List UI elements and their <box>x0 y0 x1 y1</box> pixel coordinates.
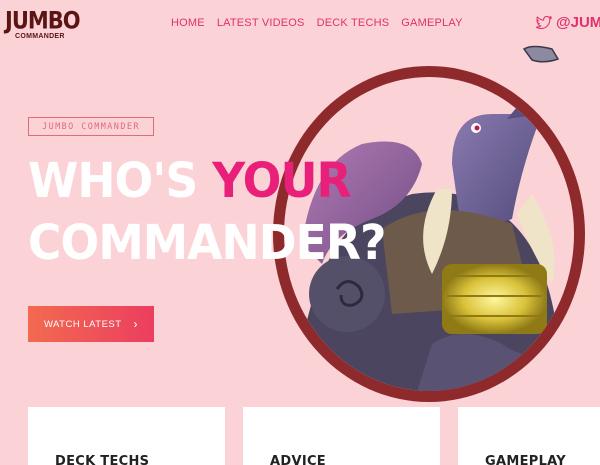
card-title: DECK TECHS <box>55 454 150 465</box>
twitter-handle: @JUMB <box>556 14 600 31</box>
chevron-right-icon: › <box>133 317 139 331</box>
card-advice[interactable]: ADVICE <box>243 407 440 465</box>
logo-wordmark: JUMBO <box>5 6 81 35</box>
headline-line1: WHO'S YOUR <box>28 153 352 209</box>
logo[interactable]: JUMBO COMMANDER <box>5 8 81 42</box>
card-gameplay[interactable]: GAMEPLAY <box>458 407 600 465</box>
card-deck-techs[interactable]: DECK TECHS <box>28 407 225 465</box>
headline-line2: COMMANDER? <box>28 215 386 271</box>
twitter-icon <box>536 15 552 29</box>
hero-eyebrow: JUMBO COMMANDER <box>28 117 154 136</box>
watch-latest-button[interactable]: WATCH LATEST › <box>28 306 154 342</box>
logo-subtitle: COMMANDER <box>15 33 65 40</box>
nav-gameplay[interactable]: GAMEPLAY <box>401 17 462 29</box>
nav-home[interactable]: HOME <box>171 17 205 29</box>
headline-accent: YOUR <box>212 153 351 209</box>
card-title: ADVICE <box>270 454 326 465</box>
nav-deck-techs[interactable]: DECK TECHS <box>317 17 390 29</box>
main-nav: HOME LATEST VIDEOS DECK TECHS GAMEPLAY <box>171 17 475 29</box>
cta-label: WATCH LATEST <box>43 318 122 330</box>
nav-latest-videos[interactable]: LATEST VIDEOS <box>217 17 305 29</box>
twitter-link[interactable]: @JUMB <box>536 14 600 31</box>
hero-headline: WHO'S YOUR COMMANDER? <box>28 150 386 274</box>
card-title: GAMEPLAY <box>485 454 566 465</box>
